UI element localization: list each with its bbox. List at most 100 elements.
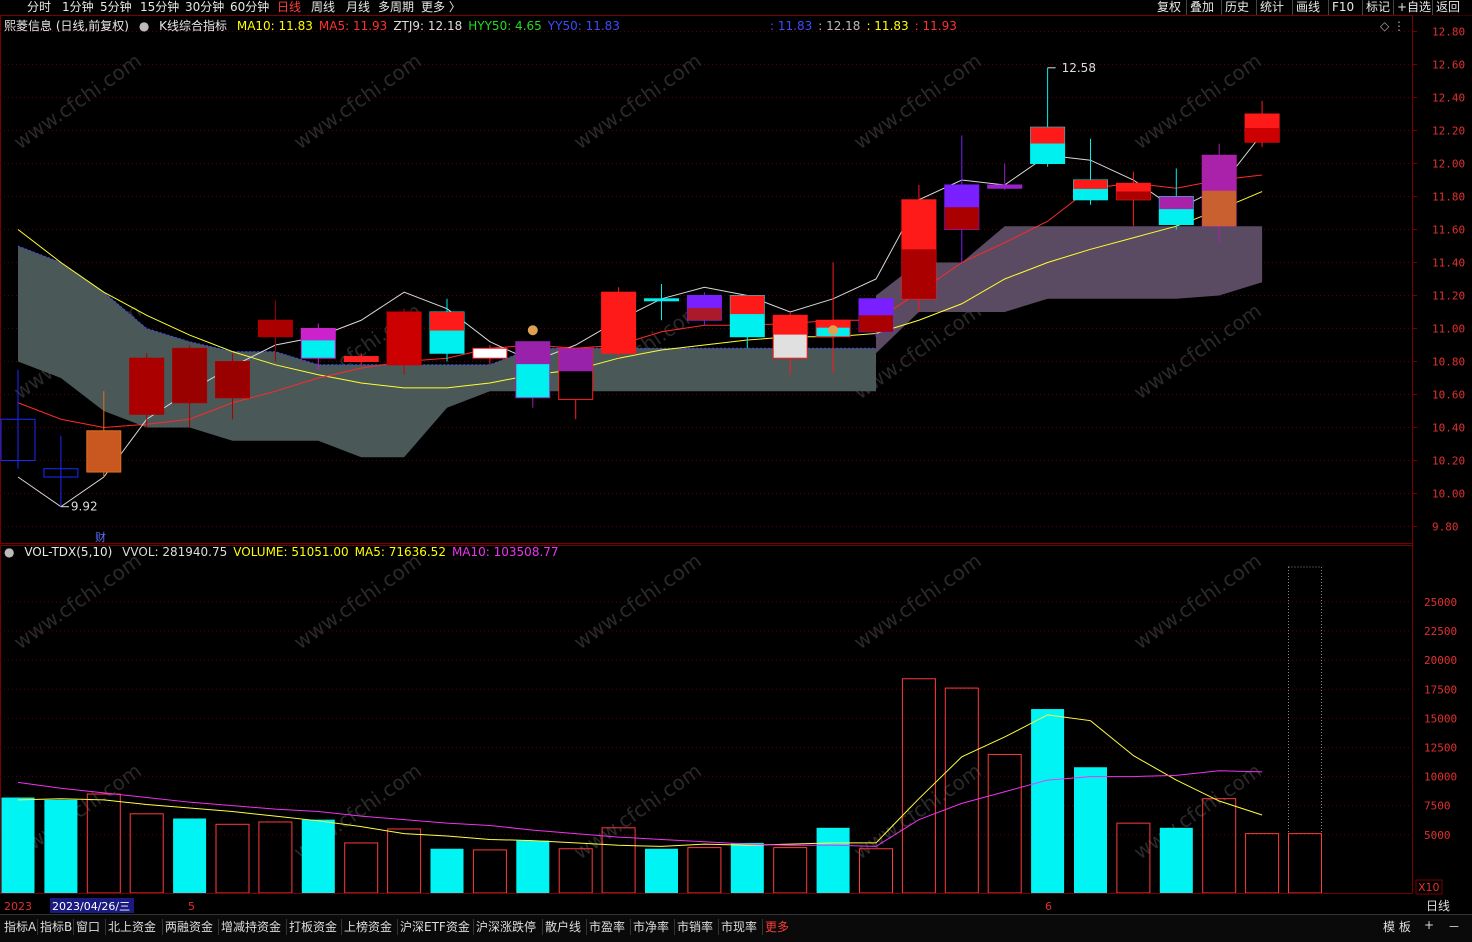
settings-icon[interactable]: ◇ ⋮ [1380, 16, 1405, 36]
volume-bar [44, 799, 78, 893]
indicator-toggle-icon[interactable]: ● [139, 19, 149, 33]
candle-bottom-segment [1116, 191, 1151, 200]
candle-bottom-segment [859, 315, 893, 332]
bottom-tab-9[interactable]: 沪深涨跌停 [476, 918, 536, 936]
watermark-text: www.cfchi.com [289, 48, 426, 154]
kline-chart[interactable]: 12.80 12.60 12.40 12.20 12.00 11.80 11.60 11.40… [0, 0, 1472, 914]
price-tick-label: 12.60 [1432, 59, 1465, 72]
bottom-tab-10[interactable]: 散户线 [545, 918, 581, 936]
main-legend: 熙菱信息 (日线,前复权) ● K线综合指标 MA10: 11.83 MA5: 1… [4, 16, 632, 36]
candle-body [257, 319, 293, 338]
price-tick-label: 9.80 [1432, 521, 1459, 534]
volume-bar-current [1288, 833, 1322, 894]
candle-bottom-segment [1202, 190, 1237, 227]
volume-indicator-name[interactable]: VOL-TDX(5,10) [24, 545, 112, 559]
bottom-tab-15[interactable]: 更多 [765, 918, 789, 936]
ma-legend-item: MA5: 11.93 [318, 19, 388, 33]
watermark-text: www.cfchi.com [1129, 298, 1266, 404]
volume-bar [687, 847, 722, 894]
bottom-tab-7[interactable]: 上榜资金 [344, 918, 392, 936]
bottom-tab-12[interactable]: 市净率 [633, 918, 669, 936]
bottom-tab-2[interactable]: 窗口 [76, 918, 100, 936]
volume-bar [1, 797, 35, 893]
candle-top-segment [730, 295, 765, 315]
price-tick-label: 10.20 [1432, 455, 1465, 468]
candle-bottom-segment [944, 207, 979, 230]
price-tick-label: 10.60 [1432, 389, 1465, 402]
remove-pane-button[interactable]: － [1448, 918, 1460, 935]
volume-bar [516, 840, 550, 893]
volume-tick-label: 15000 [1424, 712, 1457, 725]
tab-separator [105, 919, 106, 935]
tab-separator [37, 919, 38, 935]
time-axis-period: 日线 [1426, 899, 1450, 913]
time-axis-month: 5 [188, 900, 195, 913]
cursor-value-item: : 11.93 [914, 19, 957, 33]
candle-body [386, 311, 422, 366]
bottom-tab-13[interactable]: 市销率 [677, 918, 713, 936]
candle-bottom-segment [1245, 128, 1280, 143]
watermark-text: www.cfchi.com [569, 48, 706, 154]
volume-legend: ● VOL-TDX(5,10) VVOL: 281940.75 VOLUME: 5… [4, 542, 571, 562]
time-axis-year: 2023 [4, 900, 32, 913]
candle-top-segment [430, 312, 464, 331]
volume-bar [1074, 767, 1107, 893]
bottom-tab-4[interactable]: 两融资金 [165, 918, 213, 936]
high-price-label: 12.58 [1062, 61, 1096, 75]
price-tick-label: 12.00 [1432, 158, 1465, 171]
volume-bar [901, 678, 936, 894]
bottom-tab-11[interactable]: 市盈率 [589, 918, 625, 936]
tab-separator [674, 919, 675, 935]
volume-bar [816, 827, 850, 893]
candle-bottom-segment [687, 307, 722, 321]
candle-top-segment [773, 315, 808, 335]
bottom-tab-0[interactable]: 指标A [4, 918, 36, 936]
tab-separator [630, 919, 631, 935]
candle-split-segment [515, 341, 550, 365]
price-tick-label: 12.80 [1432, 26, 1465, 39]
stock-title[interactable]: 熙菱信息 (日线,前复权) [4, 19, 129, 33]
watermark-text: www.cfchi.com [9, 48, 146, 154]
bottom-tab-5[interactable]: 增减持资金 [221, 918, 281, 936]
bottom-tab-1[interactable]: 指标B [40, 918, 72, 936]
bottom-tab-3[interactable]: 北上资金 [108, 918, 156, 936]
price-tick-label: 10.40 [1432, 422, 1465, 435]
vol-legend-item: VVOL: 281940.75 [122, 545, 228, 559]
ma-legend-item: ZTJ9: 12.18 [393, 19, 463, 33]
tab-separator [762, 919, 763, 935]
price-tick-label: 11.80 [1432, 191, 1465, 204]
candle-body [601, 291, 637, 354]
volume-tick-label: 5000 [1424, 829, 1451, 842]
vol-legend-item: MA10: 103508.77 [451, 545, 559, 559]
volume-bar [472, 849, 507, 894]
bottom-tab-8[interactable]: 沪深ETF资金 [400, 918, 470, 936]
volume-toggle-icon[interactable]: ● [4, 545, 14, 559]
volume-tick-label: 17500 [1424, 683, 1457, 696]
candle-split-segment [301, 328, 336, 341]
template-button[interactable]: 模 板 [1383, 918, 1411, 935]
candle-body [987, 184, 1023, 189]
indicator-name[interactable]: K线综合指标 [159, 19, 227, 33]
candle-top-segment [558, 348, 593, 372]
tab-separator [718, 919, 719, 935]
signal-icon [527, 325, 538, 336]
volume-bar [387, 828, 422, 894]
candle-body [215, 361, 250, 399]
tab-separator [341, 919, 342, 935]
cursor-date: 2023/04/26/三 [52, 900, 130, 913]
low-price-label: 9.92 [71, 500, 98, 514]
volume-tick-label: 12500 [1424, 741, 1457, 754]
tab-separator [218, 919, 219, 935]
vol-legend-item: VOLUME: 51051.00 [233, 545, 349, 559]
price-tick-label: 11.60 [1432, 224, 1465, 237]
bottom-tab-14[interactable]: 市现率 [721, 918, 757, 936]
price-tick-label: 10.80 [1432, 356, 1465, 369]
add-pane-button[interactable]: + [1424, 918, 1434, 932]
bottom-tab-6[interactable]: 打板资金 [289, 918, 337, 936]
volume-bar [1245, 833, 1280, 894]
volume-unit: X10 [1418, 881, 1440, 894]
watermark-text: www.cfchi.com [849, 548, 986, 654]
watermark-text: www.cfchi.com [849, 758, 986, 864]
watermark-text: www.cfchi.com [9, 548, 146, 654]
tab-separator [586, 919, 587, 935]
